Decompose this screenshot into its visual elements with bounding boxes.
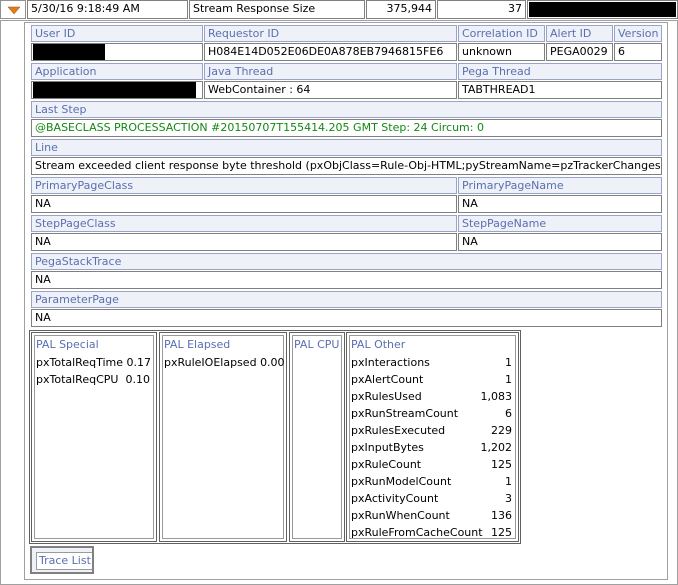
pal-other-row-name: pxInputBytes [351,441,424,454]
pal-other-row-name: pxRuleCount [351,458,422,471]
pal-other-title: PAL Other [351,338,406,351]
java-thread-value: WebContainer : 64 [204,81,457,99]
pal-cpu-title: PAL CPU [294,338,340,351]
pal-other-row-value: 3 [505,492,512,505]
parameter-page-label: ParameterPage [31,291,662,308]
pal-special-title: PAL Special [36,338,99,351]
line-value: Stream exceeded client response byte thr… [31,157,662,175]
pal-other-row-value: 125 [491,526,512,539]
pega-thread-label: Pega Thread [458,63,662,80]
primary-page-class-value: NA [31,195,457,213]
pal-other-row-value: 136 [491,509,512,522]
version-label: Version [614,25,662,42]
correlation-id-value: unknown [458,43,545,61]
pal-special-panel: PAL Special pxTotalReqTime 0.17 pxTotalR… [31,332,157,542]
pal-special-row: pxTotalReqCPU 0.10 [36,373,150,386]
pal-elapsed-title: PAL Elapsed [164,338,231,351]
last-step-label: Last Step [31,101,662,118]
user-id-label: User ID [31,25,203,42]
pal-other-row-value: 1 [505,475,512,488]
parameter-page-value: NA [31,309,662,327]
last-step-value: @BASECLASS PROCESSACTION #20150707T15541… [31,119,662,137]
correlation-id-label: Correlation ID [458,25,545,42]
pal-other-row-value: 229 [491,424,512,437]
expand-toggle[interactable] [0,0,26,19]
primary-page-name-value: NA [458,195,662,213]
alert-count: 37 [437,0,526,19]
pal-other-row-value: 1 [505,373,512,386]
pal-other-row-value: 1,202 [480,441,513,454]
requestor-id-label: Requestor ID [204,25,457,42]
step-page-class-label: StepPageClass [31,215,457,232]
alert-id-value: PEGA0029 [546,43,613,61]
alert-type: Stream Response Size [189,0,365,19]
pal-other-row-name: pxAlertCount [351,373,424,386]
alert-value: 375,944 [366,0,436,19]
pal-cpu-panel: PAL CPU [289,332,345,542]
application-value [31,81,203,99]
chevron-down-icon [7,6,21,15]
pal-other-row-name: pxRunWhenCount [351,509,450,522]
application-label: Application [31,63,203,80]
pal-elapsed-panel: PAL Elapsed pxRuleIOElapsed 0.00 [159,332,287,542]
alert-timestamp: 5/30/16 9:18:49 AM [27,0,188,19]
pal-other-row-value: 1,083 [480,390,513,403]
trace-list-button[interactable]: Trace List [30,546,94,574]
pal-special-row: pxTotalReqTime 0.17 [36,356,152,369]
pal-other-row-name: pxRuleFromCacheCount [351,526,483,539]
pal-other-row-name: pxRunStreamCount [351,407,459,420]
line-label: Line [31,139,662,156]
pal-other-row-name: pxActivityCount [351,492,439,505]
pega-thread-value: TABTHREAD1 [458,81,662,99]
java-thread-label: Java Thread [204,63,457,80]
pega-stack-trace-value: NA [31,271,662,289]
pal-other-row-value: 1 [505,356,512,369]
pal-other-row-name: pxRulesUsed [351,390,422,403]
pal-other-row-name: pxInteractions [351,356,430,369]
primary-page-name-label: PrimaryPageName [458,177,662,194]
step-page-name-label: StepPageName [458,215,662,232]
pega-stack-trace-label: PegaStackTrace [31,253,662,270]
pal-elapsed-row: pxRuleIOElapsed 0.00 [164,356,285,369]
requestor-id-value: H084E14D052E06DE0A878EB7946815FE6 [204,43,457,61]
user-id-value [31,43,203,61]
primary-page-class-label: PrimaryPageClass [31,177,457,194]
alert-id-label: Alert ID [546,25,613,42]
pal-other-row-value: 125 [491,458,512,471]
pal-other-row-value: 6 [505,407,512,420]
step-page-name-value: NA [458,233,662,251]
pal-other-panel: PAL Other pxInteractions 1 pxAlertCount 1 px… [346,332,519,542]
pal-other-row-name: pxRulesExecuted [351,424,446,437]
step-page-class-value: NA [31,233,457,251]
version-value: 6 [614,43,662,61]
redacted-field [527,0,678,19]
pal-other-row-name: pxRunModelCount [351,475,452,488]
